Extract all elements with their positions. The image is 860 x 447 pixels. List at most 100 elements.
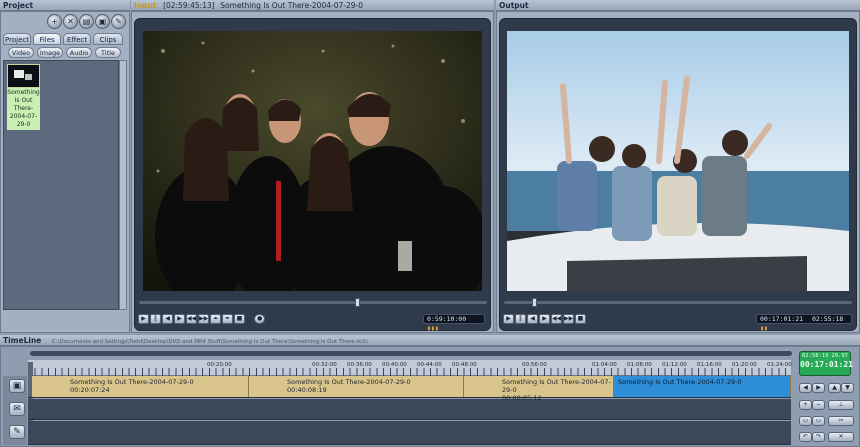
title-filter-button[interactable]: Title <box>95 47 121 58</box>
timeline-clip[interactable]: Something Is Out There-2004-07-29-0 00:4… <box>249 376 464 397</box>
signal-bars-icon: ▮▮ <box>760 324 768 332</box>
clip-duration: 00:40:08:19 <box>287 386 327 394</box>
readout-main: 00:17:01:21 <box>800 360 853 369</box>
timeline-clip-selected[interactable]: Something Is Out There-2004-07-29-0 <box>614 376 791 397</box>
prev-frame-icon[interactable]: ◀ <box>527 314 538 324</box>
file-list-scrollbar[interactable] <box>119 60 127 310</box>
record-icon[interactable]: ● <box>254 314 266 324</box>
mark-in-icon[interactable]: ⏶ <box>210 314 221 324</box>
rewind-icon[interactable]: ◀◀ <box>186 314 197 324</box>
ruler-label: 00:40:00 <box>382 362 407 368</box>
clip-duration: 00:20:07:24 <box>70 386 110 394</box>
timeline-path: C:\Documents and Settings\Todd\Desktop\D… <box>52 339 369 345</box>
stop-icon[interactable]: ■ <box>234 314 245 324</box>
audio-filter-button[interactable]: Audio <box>66 47 92 58</box>
clip-duration: 00:00:05:12 <box>502 394 542 402</box>
add-icon[interactable]: + <box>47 14 62 29</box>
save-icon[interactable]: ▣ <box>95 14 110 29</box>
pause-icon[interactable]: ‖ <box>515 314 526 324</box>
clip-thumbnail <box>7 64 40 88</box>
tab-files[interactable]: Files <box>33 33 61 45</box>
ruler-label: 00:44:00 <box>417 362 442 368</box>
settings-icon[interactable]: ✎ <box>111 14 126 29</box>
undo-icon[interactable]: ↶ <box>799 432 812 442</box>
prev-clip-icon[interactable]: ◀ <box>799 383 812 393</box>
signal-bars-icon: ▮▮▮ <box>427 324 439 332</box>
readout-top: 02:58:19 <box>802 353 829 359</box>
ruler-ticks <box>28 368 791 376</box>
tab-effect[interactable]: Effect <box>63 33 91 45</box>
video-filter-button[interactable]: Video <box>8 47 34 58</box>
next-frame-icon[interactable]: ▶ <box>539 314 550 324</box>
forward-icon[interactable]: ▶▶ <box>198 314 209 324</box>
overlay-track[interactable] <box>28 421 791 445</box>
pause-icon[interactable]: ‖ <box>150 314 161 324</box>
clip-name: Something Is Out There-2004-07-29-0 <box>287 378 411 386</box>
input-title: Input <box>134 1 157 10</box>
output-timecode: 00:17:01:21 02:55:18 ▮▮ <box>756 314 852 332</box>
video-track-icon[interactable]: ▣ <box>9 379 25 393</box>
overlay-track-icon[interactable]: ✎ <box>9 425 25 439</box>
readout-framerate: 29.97 <box>831 353 848 359</box>
clip-name: Something Is Out There-2004-07-29-0 <box>502 378 611 394</box>
timeline-title: TimeLine <box>3 336 42 345</box>
merge-icon[interactable]: ▭ <box>812 416 825 426</box>
audio-track-icon[interactable]: ✉ <box>9 402 25 416</box>
input-video-frame <box>143 31 482 291</box>
open-icon[interactable]: ▤ <box>79 14 94 29</box>
zoom-out-icon[interactable]: − <box>812 400 825 410</box>
ruler-label: 01:04:00 <box>592 362 617 368</box>
input-scrub-handle[interactable] <box>355 298 361 307</box>
file-item[interactable]: Something Is Out There-2004-07-29-0 <box>7 64 41 130</box>
ruler-label: 00:32:00 <box>312 362 337 368</box>
output-scrub-handle[interactable] <box>532 298 538 307</box>
input-timecode-text: 0:59:10:00 <box>427 315 467 323</box>
output-scrub-track[interactable] <box>504 301 852 304</box>
move-down-icon[interactable]: ▼ <box>841 383 854 393</box>
cut-icon[interactable]: ✂ <box>828 416 854 426</box>
output-video-frame <box>507 31 849 291</box>
mark-out-icon[interactable]: ⏷ <box>222 314 233 324</box>
ruler-label: 00:36:00 <box>347 362 372 368</box>
ruler-label: 00:20:00 <box>207 362 232 368</box>
delete-icon[interactable]: ✕ <box>63 14 78 29</box>
timeline-panel-title: TimeLine C:\Documents and Settings\Todd\… <box>0 335 860 346</box>
forward-icon[interactable]: ▶▶ <box>563 314 574 324</box>
timeline-readout: 02:58:19 29.97 00:17:01:21 <box>799 351 853 376</box>
timeline-clip[interactable]: Something Is Out There-2004-07-29-0 00:0… <box>464 376 614 402</box>
split-icon[interactable]: ▭ <box>799 416 812 426</box>
rewind-icon[interactable]: ◀◀ <box>551 314 562 324</box>
file-item-label: Something Is Out There-2004-07-29-0 <box>7 88 40 130</box>
tab-project[interactable]: Project <box>3 33 31 45</box>
input-scrub-track[interactable] <box>139 301 487 304</box>
prev-frame-icon[interactable]: ◀ <box>162 314 173 324</box>
image-filter-button[interactable]: Image <box>37 47 63 58</box>
razor-icon[interactable]: ⊥ <box>828 400 854 410</box>
clip-name: Something Is Out There-2004-07-29-0 <box>618 378 742 386</box>
timeline-clip[interactable]: Something Is Out There-2004-07-29-0 00:2… <box>32 376 249 397</box>
ruler-label: 01:24:00 <box>767 362 792 368</box>
play-icon[interactable]: ▶ <box>503 314 514 324</box>
input-transport-controls: ▶ ‖ ◀ ▶ ◀◀ ▶▶ ⏶ ⏷ ■ ● <box>138 314 266 326</box>
tab-clips[interactable]: Clips <box>93 33 123 45</box>
next-frame-icon[interactable]: ▶ <box>174 314 185 324</box>
audio-track[interactable] <box>28 399 791 420</box>
ruler-label: 00:56:00 <box>522 362 547 368</box>
stop-icon[interactable]: ■ <box>575 314 586 324</box>
input-timecode-header: [02:59:45:13] <box>163 1 215 10</box>
delete-clip-icon[interactable]: ✕ <box>828 432 854 442</box>
output-timecode-right: 02:55:18 <box>811 315 844 323</box>
zoom-in-icon[interactable]: + <box>799 400 812 410</box>
input-timecode: 0:59:10:00 ▮▮▮ <box>423 314 485 332</box>
play-icon[interactable]: ▶ <box>138 314 149 324</box>
timeline-scrollbar[interactable] <box>30 351 792 356</box>
ruler-label: 01:20:00 <box>732 362 757 368</box>
ruler-label: 01:12:00 <box>662 362 687 368</box>
output-panel-title: Output <box>496 0 860 11</box>
clip-name: Something Is Out There-2004-07-29-0 <box>70 378 194 386</box>
redo-icon[interactable]: ↷ <box>812 432 825 442</box>
ruler-label: 01:08:00 <box>627 362 652 368</box>
move-up-icon[interactable]: ▲ <box>828 383 841 393</box>
project-panel-title: Project <box>0 0 130 11</box>
next-clip-icon[interactable]: ▶ <box>812 383 825 393</box>
